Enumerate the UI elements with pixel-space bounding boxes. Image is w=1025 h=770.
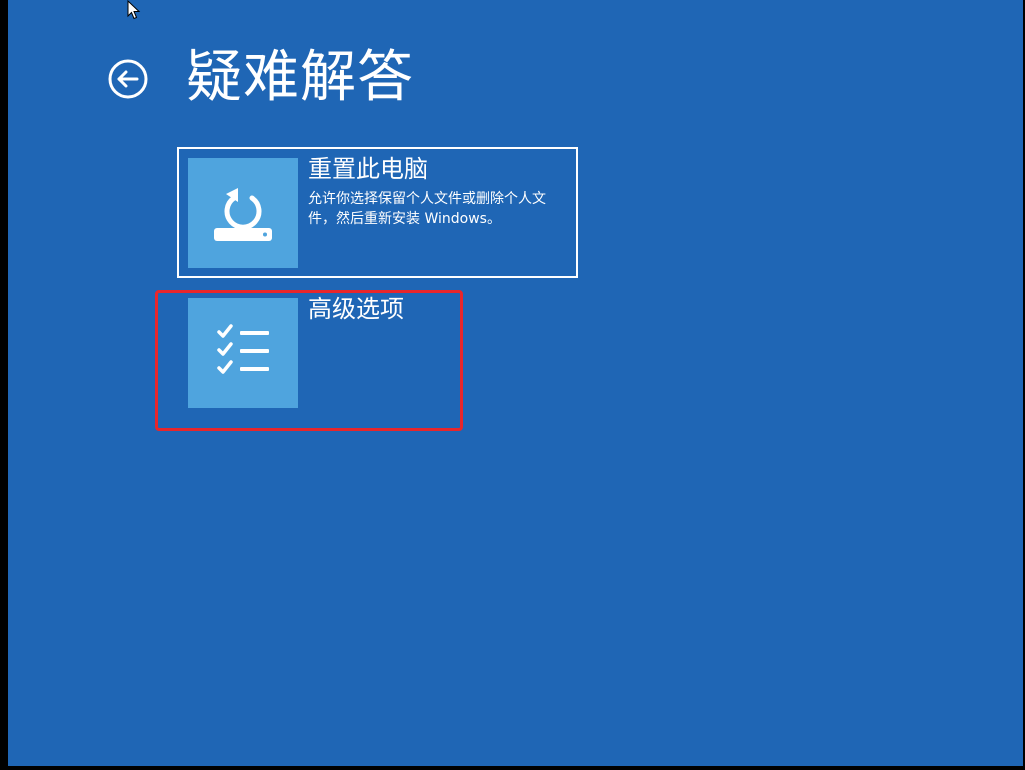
advanced-options-title: 高级选项 — [308, 295, 404, 323]
reset-pc-title: 重置此电脑 — [308, 155, 428, 183]
reset-pc-description: 允许你选择保留个人文件或删除个人文件，然后重新安装 Windows。 — [308, 191, 546, 227]
page-title: 疑难解答 — [186, 45, 414, 110]
checklist-icon — [217, 324, 269, 374]
reset-pc-option[interactable]: 重置此电脑 允许你选择保留个人文件或删除个人文件，然后重新安装 Windows。 — [177, 147, 578, 278]
reset-pc-tile — [188, 158, 298, 268]
back-arrow-circle-icon — [108, 59, 148, 99]
advanced-options-tile — [188, 298, 298, 408]
screen-border-bottom — [0, 766, 1025, 770]
advanced-options-option[interactable]: 高级选项 — [177, 287, 578, 418]
reset-pc-icon — [214, 188, 272, 241]
back-button[interactable] — [106, 57, 150, 101]
mouse-cursor-icon — [127, 0, 141, 20]
